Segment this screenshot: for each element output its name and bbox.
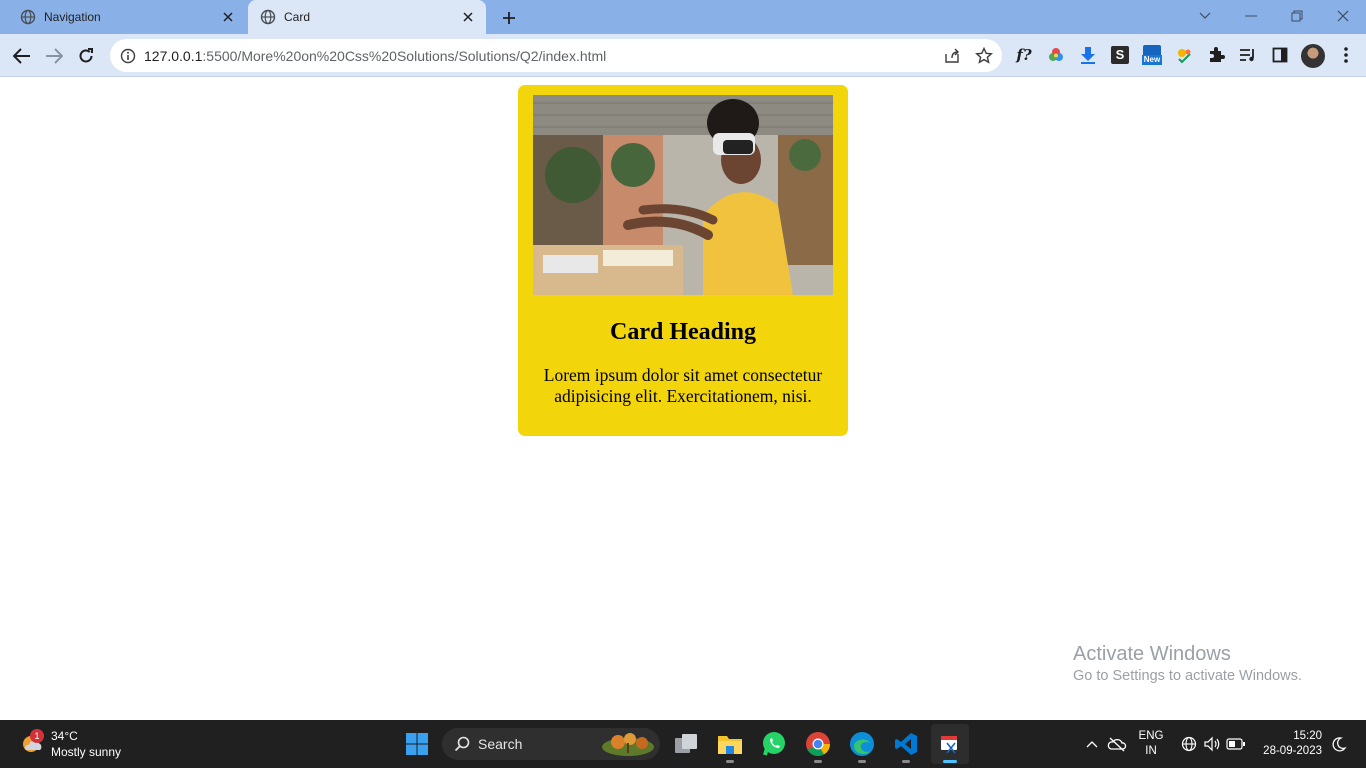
card-heading: Card Heading: [609, 319, 756, 345]
running-indicator: [814, 760, 822, 763]
more-menu-icon[interactable]: [1334, 43, 1358, 67]
volume-icon[interactable]: [1200, 732, 1224, 756]
vscode-icon[interactable]: [890, 728, 922, 763]
globe-icon: [260, 9, 276, 25]
windows-taskbar: 1 34°C Mostly sunny Search ENG IN 15:20 …: [0, 720, 1366, 768]
profile-avatar[interactable]: [1301, 44, 1325, 68]
s-extension-icon[interactable]: S: [1108, 43, 1132, 67]
clock[interactable]: 15:20 28-09-2023: [1254, 729, 1322, 759]
side-panel-icon[interactable]: [1268, 43, 1292, 67]
chevron-up-icon[interactable]: [1080, 732, 1104, 756]
focus-moon-icon[interactable]: [1327, 732, 1351, 756]
activate-windows-watermark: Activate Windows Go to Settings to activ…: [1073, 643, 1302, 684]
running-indicator: [726, 760, 734, 763]
battery-icon[interactable]: [1224, 732, 1248, 756]
formula-icon[interactable]: f?: [1012, 43, 1036, 67]
reload-icon[interactable]: [72, 42, 100, 70]
download-arrow-icon[interactable]: [1076, 43, 1100, 67]
address-bar[interactable]: 127.0.0.1:5500/More%20on%20Css%20Solutio…: [110, 39, 1002, 72]
browser-toolbar: 127.0.0.1:5500/More%20on%20Css%20Solutio…: [0, 34, 1366, 77]
edge-icon[interactable]: [846, 728, 878, 763]
weather-temperature: 34°C: [51, 729, 78, 743]
tab-title: Card: [284, 10, 311, 24]
back-arrow-icon[interactable]: [8, 42, 36, 70]
close-icon[interactable]: [220, 9, 236, 25]
vr-person-photo: [533, 95, 833, 295]
tab-navigation[interactable]: Navigation: [8, 0, 246, 34]
watermark-title: Activate Windows: [1073, 643, 1231, 665]
site-info-icon[interactable]: [120, 48, 136, 64]
tab-search-chevron-icon[interactable]: [1189, 4, 1221, 28]
tab-title: Navigation: [44, 10, 101, 24]
url-text: 127.0.0.1:5500/More%20on%20Css%20Solutio…: [144, 48, 938, 64]
chrome-icon[interactable]: [802, 728, 834, 763]
new-tab-button[interactable]: [498, 7, 520, 29]
card-text: Lorem ipsum dolor sit amet consectetur a…: [543, 365, 823, 406]
weather-widget[interactable]: 1 34°C Mostly sunny: [20, 728, 121, 760]
multicolor-extension-icon[interactable]: [1172, 43, 1196, 67]
network-globe-icon[interactable]: [1177, 732, 1201, 756]
close-window-button[interactable]: [1327, 4, 1359, 28]
running-indicator: [902, 760, 910, 763]
share-icon[interactable]: [938, 42, 966, 70]
search-icon: [454, 736, 470, 752]
region-code: IN: [1145, 745, 1157, 757]
search-highlight-icon: [600, 731, 656, 757]
tab-card[interactable]: Card: [248, 0, 486, 34]
cloud-off-icon[interactable]: [1105, 732, 1129, 756]
url-host: 127.0.0.1: [144, 47, 203, 64]
reading-list-icon[interactable]: [1236, 43, 1260, 67]
restore-button[interactable]: [1281, 4, 1313, 28]
clock-date: 28-09-2023: [1263, 745, 1322, 757]
file-explorer-icon[interactable]: [714, 728, 746, 763]
language-code: ENG: [1138, 730, 1164, 742]
sun-cloud-icon: 1: [20, 729, 44, 756]
clock-time: 15:20: [1293, 730, 1322, 742]
card: Card Heading Lorem ipsum dolor sit amet …: [518, 85, 848, 436]
running-indicator: [858, 760, 866, 763]
notification-badge: 1: [30, 729, 44, 743]
search-label: Search: [478, 736, 523, 752]
whatsapp-icon[interactable]: [758, 728, 790, 760]
extension-graphic: [1143, 45, 1161, 55]
url-path: :5500/More%20on%20Css%20Solutions/Soluti…: [202, 47, 607, 64]
language-indicator[interactable]: ENG IN: [1137, 729, 1165, 759]
new-badge-extension-icon[interactable]: New: [1140, 43, 1164, 67]
watermark-subtitle: Go to Settings to activate Windows.: [1073, 668, 1302, 684]
weather-condition: Mostly sunny: [51, 745, 122, 759]
globe-icon: [20, 9, 36, 25]
bookmark-star-icon[interactable]: [970, 42, 998, 70]
minimize-button[interactable]: [1235, 4, 1267, 28]
s-extension-letter: S: [1111, 46, 1129, 64]
taskbar-search[interactable]: Search: [442, 728, 660, 760]
color-wheel-icon[interactable]: [1044, 43, 1068, 67]
task-view-icon[interactable]: [670, 728, 702, 760]
snipping-tool-icon[interactable]: [931, 724, 969, 764]
new-badge: New: [1141, 55, 1163, 65]
running-indicator: [943, 760, 957, 763]
forward-arrow-icon[interactable]: [40, 42, 68, 70]
puzzle-icon[interactable]: [1204, 43, 1228, 67]
windows-start-icon[interactable]: [401, 728, 433, 760]
browser-tab-strip: Navigation Card: [0, 0, 1366, 34]
close-icon[interactable]: [460, 9, 476, 25]
